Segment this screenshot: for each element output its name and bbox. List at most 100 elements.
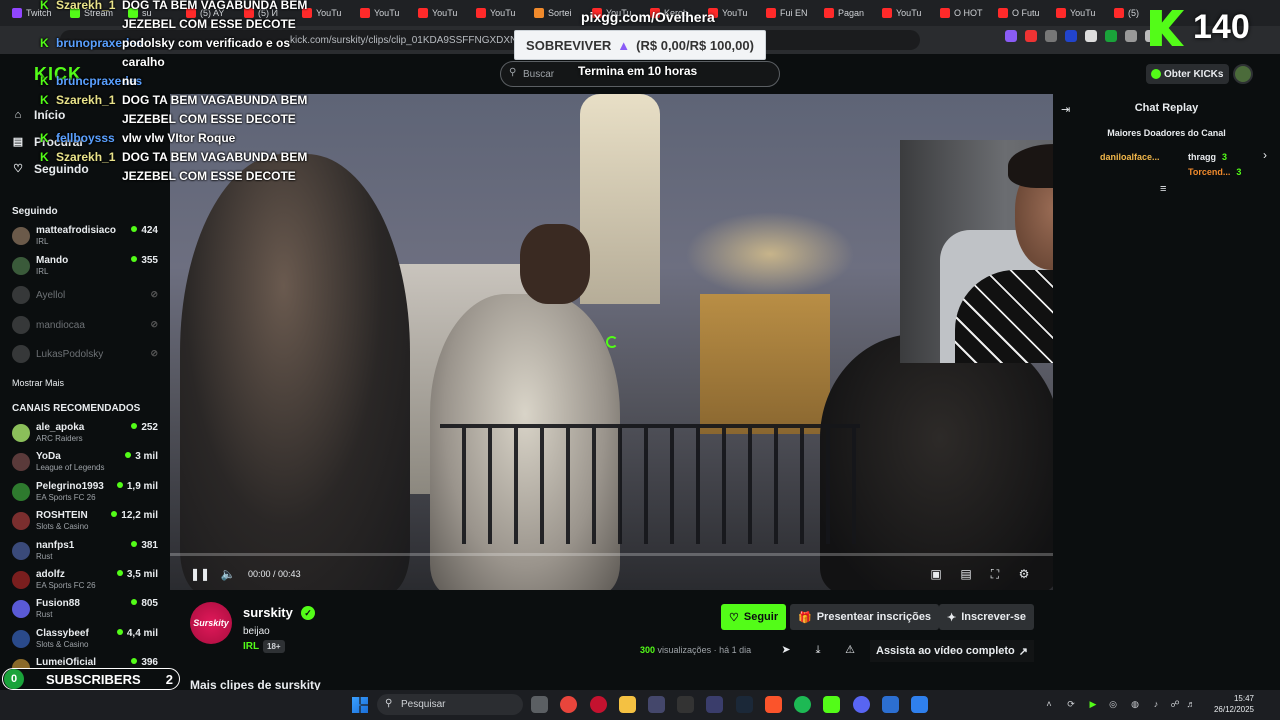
watch-full-video-button[interactable]: Assista ao vídeo completo ↗ <box>870 640 1034 662</box>
chat-replay-title: Chat Replay <box>1134 102 1199 114</box>
sidebar-channel[interactable]: ROSHTEIN Slots & Casino 12,2 mil <box>12 509 162 535</box>
tray-chevron-icon[interactable]: ˄ <box>1044 699 1054 709</box>
pause-icon[interactable]: ❚❚ <box>190 566 210 582</box>
extension-icon[interactable] <box>1105 30 1117 42</box>
channel-category: Rust <box>36 551 53 561</box>
sidebar-nav-1[interactable]: ⌂ Início <box>12 108 66 122</box>
channel-category: Slots & Casino <box>36 522 89 532</box>
chat-text: JEZEBEL COM ESSE DECOTE <box>122 112 296 126</box>
brave-icon[interactable] <box>765 696 782 713</box>
viewer-count: 424 <box>131 225 158 236</box>
verified-icon: ✓ <box>301 606 315 620</box>
browser-tab[interactable]: YouTu <box>354 2 410 24</box>
microphone-icon[interactable]: ♪ <box>1151 699 1161 709</box>
tray-icon[interactable]: ▶ <box>1088 699 1098 709</box>
browser-tab[interactable]: YouTu <box>1050 2 1106 24</box>
file-explorer-icon[interactable] <box>619 696 636 713</box>
video-progress-bar[interactable] <box>170 553 1053 556</box>
volume-icon[interactable]: 🔈 <box>220 566 236 582</box>
avatar <box>12 256 30 275</box>
discord-icon[interactable] <box>853 696 870 713</box>
spotify-icon[interactable] <box>794 696 811 713</box>
pip-icon[interactable]: ▣ <box>928 566 944 582</box>
app-icon[interactable] <box>911 696 928 713</box>
kick-badge-icon: K <box>40 36 49 50</box>
browser-tab[interactable]: O HOT <box>934 2 990 24</box>
browser-tab[interactable]: YouTu <box>876 2 932 24</box>
tray-icon[interactable]: ◍ <box>1130 699 1140 709</box>
show-more-link[interactable]: Mostrar Mais <box>12 378 64 388</box>
avatar <box>12 629 30 648</box>
tab-favicon-icon <box>1114 8 1124 18</box>
heart-icon: ♡ <box>13 163 23 175</box>
network-icon[interactable]: ☍ <box>1170 699 1180 709</box>
kick-counter: 140 <box>1193 8 1250 46</box>
chrome-icon[interactable] <box>560 696 577 713</box>
download-icon[interactable]: ⤓ <box>811 643 825 657</box>
sidebar-channel[interactable]: YoDa League of Legends 3 mil <box>12 450 162 476</box>
sidebar-channel[interactable]: mandiocaa ⊘ <box>12 313 162 339</box>
subscribe-button[interactable]: ✦ Inscrever-se <box>939 604 1035 630</box>
app-icon[interactable] <box>677 696 694 713</box>
app-icon[interactable] <box>882 696 899 713</box>
gift-subs-button[interactable]: 🎁 Presentear inscrições <box>790 604 940 630</box>
browser-tab[interactable]: Fui EN <box>760 2 816 24</box>
browser-tab[interactable]: Sortei <box>528 2 584 24</box>
theater-mode-icon[interactable]: ▤ <box>958 566 974 582</box>
sidebar-channel[interactable]: Fusion88 Rust 805 <box>12 597 162 623</box>
taskbar-clock[interactable]: 15:47 26/12/2025 <box>1206 693 1254 715</box>
tray-icon[interactable]: ◎ <box>1108 699 1118 709</box>
browser-tab[interactable]: Pagan <box>818 2 874 24</box>
get-kicks-button[interactable]: Obter KICKs <box>1146 64 1230 84</box>
browser-tab[interactable]: YouTu <box>412 2 468 24</box>
app-icon[interactable] <box>823 696 840 713</box>
extension-icon[interactable] <box>1125 30 1137 42</box>
app-icon[interactable] <box>648 696 665 713</box>
sidebar-channel[interactable]: LukasPodolsky ⊘ <box>12 342 162 368</box>
channel-category: Slots & Casino <box>36 639 89 649</box>
sidebar-channel[interactable]: nanfps1 Rust 381 <box>12 539 162 565</box>
extension-icon[interactable] <box>1005 30 1017 42</box>
category-link[interactable]: IRL <box>243 641 259 652</box>
sidebar-channel[interactable]: matteafrodisiaco IRL 424 <box>12 224 162 250</box>
viewer-count: 1,9 mil <box>117 481 158 492</box>
tray-icon[interactable]: ⟳ <box>1066 699 1076 709</box>
extension-icon[interactable] <box>1045 30 1057 42</box>
expand-icon[interactable]: ≡ <box>1160 183 1166 195</box>
goal-icon: ▲ <box>617 37 631 53</box>
volume-icon[interactable]: ♬ <box>1186 699 1196 709</box>
chevron-right-icon[interactable]: › <box>1263 148 1267 162</box>
sidebar-nav-label: Início <box>34 108 66 122</box>
sidebar-channel[interactable]: adolfz EA Sports FC 26 3,5 mil <box>12 568 162 594</box>
extension-icon[interactable] <box>1085 30 1097 42</box>
sidebar-channel[interactable]: ale_apoka ARC Raiders 252 <box>12 421 162 447</box>
channel-name[interactable]: surskity <box>243 605 293 620</box>
subscribe-label: Inscrever-se <box>961 611 1027 623</box>
taskbar-search[interactable]: ⚲ Pesquisar <box>377 694 523 715</box>
extension-icon[interactable] <box>1025 30 1037 42</box>
top-donor[interactable]: Torcend... 3 <box>1188 167 1241 177</box>
browser-tab[interactable]: O Futu <box>992 2 1048 24</box>
sidebar-channel[interactable]: Pelegrino1993 EA Sports FC 26 1,9 mil <box>12 480 162 506</box>
task-view-icon[interactable] <box>531 696 548 713</box>
fullscreen-icon[interactable]: ⛶ <box>987 566 1003 582</box>
follow-button[interactable]: ♡ Seguir <box>721 604 787 630</box>
user-avatar[interactable] <box>1233 64 1253 84</box>
share-icon[interactable]: ➤ <box>779 643 793 657</box>
top-donor[interactable]: daniloalface... <box>1100 152 1160 162</box>
channel-name: ROSHTEIN <box>36 510 88 522</box>
sidebar-channel[interactable]: Ayellol ⊘ <box>12 283 162 309</box>
sidebar-channel[interactable]: Classybeef Slots & Casino 4,4 mil <box>12 627 162 653</box>
sidebar-channel[interactable]: Mando IRL 355 <box>12 254 162 280</box>
settings-icon[interactable]: ⚙ <box>1016 566 1032 582</box>
video-scene-building <box>700 294 830 434</box>
top-donor[interactable]: thragg 3 <box>1188 152 1227 162</box>
browser-tab[interactable]: YouTu <box>470 2 526 24</box>
report-icon[interactable]: ⚠ <box>843 643 857 657</box>
app-icon[interactable] <box>706 696 723 713</box>
steam-icon[interactable] <box>736 696 753 713</box>
channel-avatar[interactable]: Surskity <box>190 602 232 644</box>
chat-text: DOG TA BEM VAGABUNDA BEM <box>122 150 308 164</box>
extension-icon[interactable] <box>1065 30 1077 42</box>
opera-icon[interactable] <box>590 696 607 713</box>
